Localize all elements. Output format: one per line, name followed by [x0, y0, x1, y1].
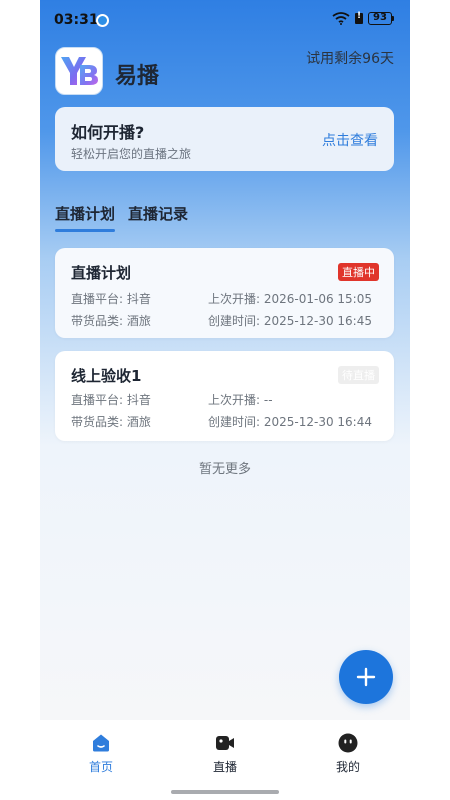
add-plan-button[interactable] [339, 650, 393, 704]
battery-level: 93 [368, 12, 392, 25]
plan-created-time: 创建时间: 2025-12-30 16:45 [208, 314, 372, 328]
plan-name: 直播计划 [71, 264, 132, 282]
content-tabs: 直播计划 直播记录 [55, 203, 188, 232]
home-indicator[interactable] [171, 790, 279, 794]
status-icons: 93 [332, 11, 394, 25]
nav-profile[interactable]: 我的 [318, 732, 378, 775]
status-bar: 03:31 93 [40, 0, 410, 42]
app-screen: 03:31 93 [40, 0, 410, 800]
notification-dot-icon [96, 14, 109, 27]
help-card-title: 如何开播? [71, 123, 145, 142]
plan-category: 带货品类: 酒旅 [71, 415, 151, 429]
plan-category: 带货品类: 酒旅 [71, 314, 151, 328]
app-title: 易播 [115, 64, 160, 89]
plan-card[interactable]: 线上验收1 待直播 直播平台: 抖音 上次开播: -- 带货品类: 酒旅 创建时… [55, 351, 394, 441]
nav-live-label: 直播 [212, 760, 237, 774]
home-icon [93, 734, 109, 752]
yb-logo-icon [61, 57, 98, 85]
trial-remaining-text: 试用剩余96天 [306, 51, 394, 67]
tab-live-records[interactable]: 直播记录 [128, 203, 188, 232]
status-badge-live: 直播中 [338, 263, 379, 281]
bottom-navigation: 首页 直播 我的 [40, 720, 410, 800]
plan-card[interactable]: 直播计划 直播中 直播平台: 抖音 上次开播: 2026-01-06 15:05… [55, 248, 394, 338]
app-logo [55, 47, 103, 95]
help-card-subtitle: 轻松开启您的直播之旅 [71, 147, 192, 161]
view-guide-link[interactable]: 点击查看 [322, 130, 378, 150]
plan-platform: 直播平台: 抖音 [71, 292, 151, 306]
wifi-icon [332, 12, 350, 25]
sim-alert-icon [355, 11, 363, 24]
nav-live[interactable]: 直播 [195, 732, 255, 775]
video-camera-icon [216, 736, 234, 750]
battery-icon: 93 [368, 12, 394, 25]
plan-platform: 直播平台: 抖音 [71, 393, 151, 407]
profile-face-icon [338, 733, 358, 753]
nav-home[interactable]: 首页 [71, 732, 131, 775]
nav-home-label: 首页 [88, 760, 113, 774]
list-end-text: 暂无更多 [198, 462, 251, 477]
status-time: 03:31 [54, 12, 99, 28]
plus-icon [356, 667, 376, 687]
plan-name: 线上验收1 [71, 367, 142, 385]
plan-last-live: 上次开播: -- [208, 393, 273, 407]
nav-profile-label: 我的 [335, 760, 360, 774]
battery-tip [392, 16, 394, 21]
plan-created-time: 创建时间: 2025-12-30 16:44 [208, 415, 372, 429]
plan-last-live: 上次开播: 2026-01-06 15:05 [208, 292, 372, 306]
how-to-go-live-card[interactable]: 如何开播? 轻松开启您的直播之旅 点击查看 [55, 107, 394, 171]
status-badge-waiting: 待直播 [338, 366, 379, 384]
tab-live-plans[interactable]: 直播计划 [55, 203, 116, 232]
